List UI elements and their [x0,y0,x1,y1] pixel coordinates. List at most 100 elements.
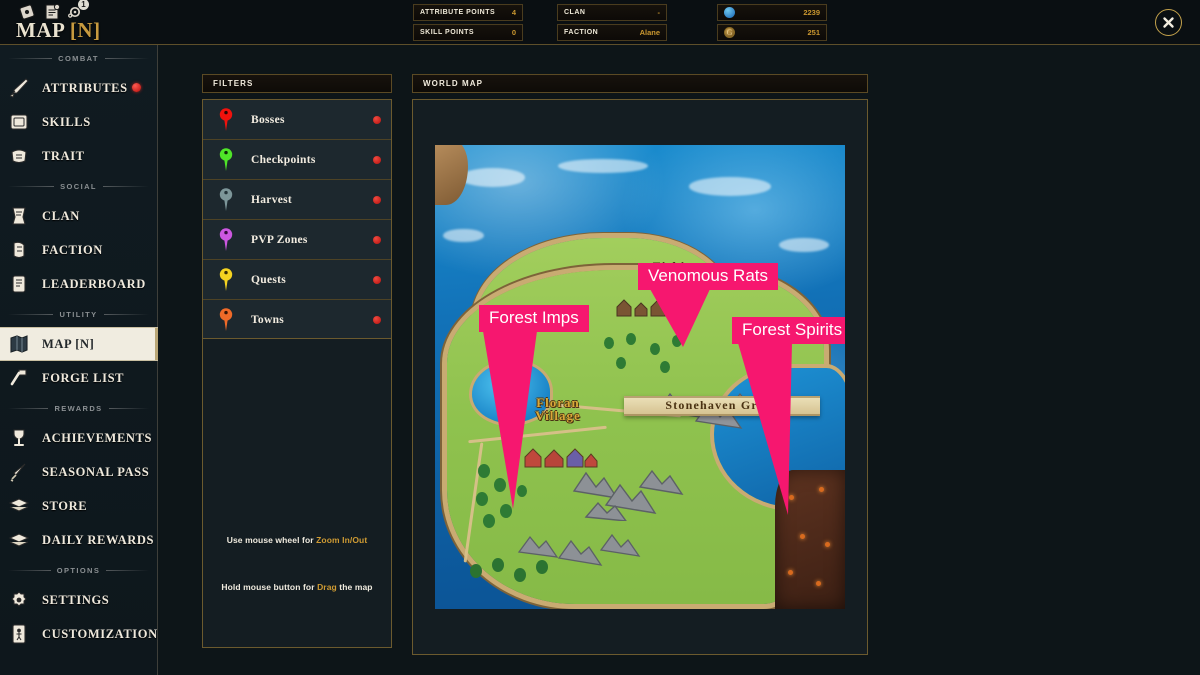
filter-row-towns[interactable]: Towns [203,300,391,338]
stat-clan: CLAN - [557,4,667,21]
annotation-label: Forest Imps [479,305,589,333]
filters-hints-area: Use mouse wheel for Zoom In/Out Hold mou… [202,339,392,648]
hint-zoom: Use mouse wheel for Zoom In/Out [203,535,391,545]
foam-wave [558,158,649,173]
sidebar-item-label: CLAN [42,208,80,223]
sidebar-group-social: SOCIAL [0,173,157,199]
filter-label: PVP Zones [251,233,308,246]
sidebar-item-label: DAILY REWARDS [42,532,155,547]
filter-toggle[interactable] [373,195,381,204]
hammer-icon [6,365,32,391]
filter-label: Harvest [251,193,293,206]
group-title: OPTIONS [56,565,101,575]
map-pin-icon [217,107,235,133]
affiliation-column: CLAN - FACTION Alane [557,4,667,41]
sidebar-item-customization[interactable]: CUSTOMIZATION [0,617,157,651]
stat-faction: FACTION Alane [557,24,667,41]
helmet-icon [6,237,32,263]
stat-value: - [657,8,661,17]
points-column: ATTRIBUTE POINTS 4 SKILL POINTS 0 [413,4,523,41]
filter-row-pvp-zones[interactable]: PVP Zones [203,220,391,260]
group-title: SOCIAL [60,181,97,191]
trophy-icon [6,425,32,451]
filter-toggle[interactable] [373,115,381,124]
filters-list: Bosses Checkpoints Harvest PVP Zones Que… [202,99,392,339]
map-pin-icon [217,267,235,293]
sidebar-group-options: OPTIONS [0,557,157,583]
attributes-alert-badge [132,83,141,92]
sidebar: COMBAT ATTRIBUTES SKILLS TRAIT SOCIAL CL… [0,45,158,675]
filter-toggle[interactable] [373,235,381,244]
gold-coin-icon: G [724,27,735,38]
filter-label: Checkpoints [251,153,316,166]
gear-badge-count: 1 [78,0,89,10]
hint-highlight: Zoom In/Out [316,535,368,545]
sidebar-item-clan[interactable]: CLAN [0,199,157,233]
filter-row-quests[interactable]: Quests [203,260,391,300]
currency-gold: G 251 [717,24,827,41]
group-title: COMBAT [58,53,99,63]
sidebar-item-achievements[interactable]: ACHIEVEMENTS [0,421,157,455]
annotation-label: Forest Spirits [732,317,845,345]
stats-bar: ATTRIBUTE POINTS 4 SKILL POINTS 0 CLAN -… [413,4,827,41]
annotation-pointer-forest-imps [483,331,537,509]
page-title: MAP [N] [16,18,101,43]
stat-attribute-points: ATTRIBUTE POINTS 4 [413,4,523,21]
hint-highlight: Drag [317,582,337,592]
sidebar-item-skills[interactable]: SKILLS [0,105,157,139]
stat-label: SKILL POINTS [420,29,475,36]
sidebar-item-seasonal-pass[interactable]: SEASONAL PASS [0,455,157,489]
filter-label: Towns [251,313,285,326]
top-bar: 1 MAP [N] ATTRIBUTE POINTS 4 SKILL POINT… [0,0,1200,45]
sidebar-item-map[interactable]: MAP [N] [0,327,158,361]
currency-column: 2239 G 251 [717,4,827,41]
map-pin-icon [217,147,235,173]
filter-row-harvest[interactable]: Harvest [203,180,391,220]
sidebar-item-leaderboard[interactable]: LEADERBOARD [0,267,157,301]
sidebar-item-forge-list[interactable]: FORGE LIST [0,361,157,395]
foam-wave [779,237,829,252]
sidebar-item-settings[interactable]: SETTINGS [0,583,157,617]
annotation-forest-imps: Forest Imps [479,305,589,509]
sidebar-item-trait[interactable]: TRAIT [0,139,157,173]
world-map-canvas[interactable]: Fishing Village Floran Village Stonehave… [435,145,845,609]
sword-icon [6,75,32,101]
close-button[interactable] [1155,9,1182,36]
sidebar-item-label: MAP [N] [42,336,95,351]
sidebar-item-label: ACHIEVEMENTS [42,430,152,445]
filter-toggle[interactable] [373,315,381,324]
stat-value: 0 [511,28,516,37]
brand-block: 1 MAP [N] [10,0,190,45]
annotation-pointer-forest-spirits [738,343,792,515]
sidebar-group-combat: COMBAT [0,45,157,71]
sidebar-item-label: SKILLS [42,114,91,129]
currency-gem: 2239 [717,4,827,21]
sidebar-item-label: TRAIT [42,148,85,163]
filter-toggle[interactable] [373,275,381,284]
settings-gear-icon[interactable]: 1 [68,0,89,19]
crate-icon [6,493,32,519]
banner-icon [6,203,32,229]
world-map-panel: WORLD MAP Floran Village Stonehaven Grov… [412,74,868,655]
filters-panel: FILTERS Bosses Checkpoints Harvest PVP Z… [202,74,392,648]
annotation-label: Venomous Rats [638,263,779,291]
foam-wave [459,168,526,187]
filter-row-bosses[interactable]: Bosses [203,100,391,140]
sidebar-item-label: FORGE LIST [42,370,125,385]
stat-skill-points: SKILL POINTS 0 [413,24,523,41]
sidebar-group-rewards: REWARDS [0,395,157,421]
world-map-frame: Fishing Village Floran Village Stonehave… [412,99,868,655]
world-map-header: WORLD MAP [412,74,868,93]
sidebar-item-attributes[interactable]: ATTRIBUTES [0,71,157,105]
map-icon [6,331,32,357]
filter-toggle[interactable] [373,155,381,164]
filters-header: FILTERS [202,74,392,93]
filter-row-checkpoints[interactable]: Checkpoints [203,140,391,180]
book-icon [6,109,32,135]
sidebar-item-daily-rewards[interactable]: DAILY REWARDS [0,523,157,557]
character-card-icon [6,621,32,647]
sidebar-item-faction[interactable]: FACTION [0,233,157,267]
page-title-text: MAP [16,18,70,42]
sidebar-item-store[interactable]: STORE [0,489,157,523]
gem-icon [724,7,735,18]
